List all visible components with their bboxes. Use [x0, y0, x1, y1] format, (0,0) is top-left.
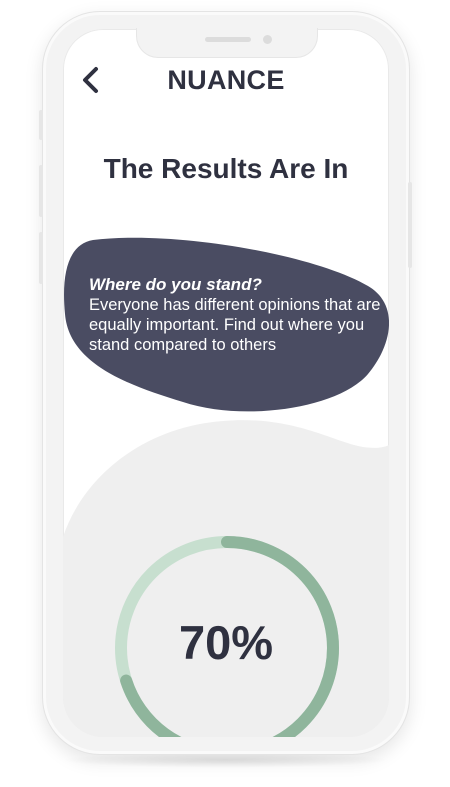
app-title: NUANCE	[167, 65, 285, 95]
result-percent: 70%	[178, 616, 274, 669]
speaker-grille	[205, 37, 251, 42]
info-card-body: Everyone has different opinions that are…	[89, 296, 381, 354]
info-card-heading: Where do you stand?	[89, 275, 262, 294]
info-card: Where do you stand? Everyone has differe…	[89, 275, 385, 355]
app-screen: NUANCE The Results Are In Where do you s…	[63, 29, 389, 737]
mute-switch	[39, 110, 43, 140]
front-camera	[263, 35, 272, 44]
power-button	[408, 182, 412, 268]
volume-down-button	[39, 232, 43, 284]
volume-up-button	[39, 165, 43, 217]
page-title: The Results Are In	[103, 153, 349, 184]
phone-notch	[136, 28, 318, 58]
